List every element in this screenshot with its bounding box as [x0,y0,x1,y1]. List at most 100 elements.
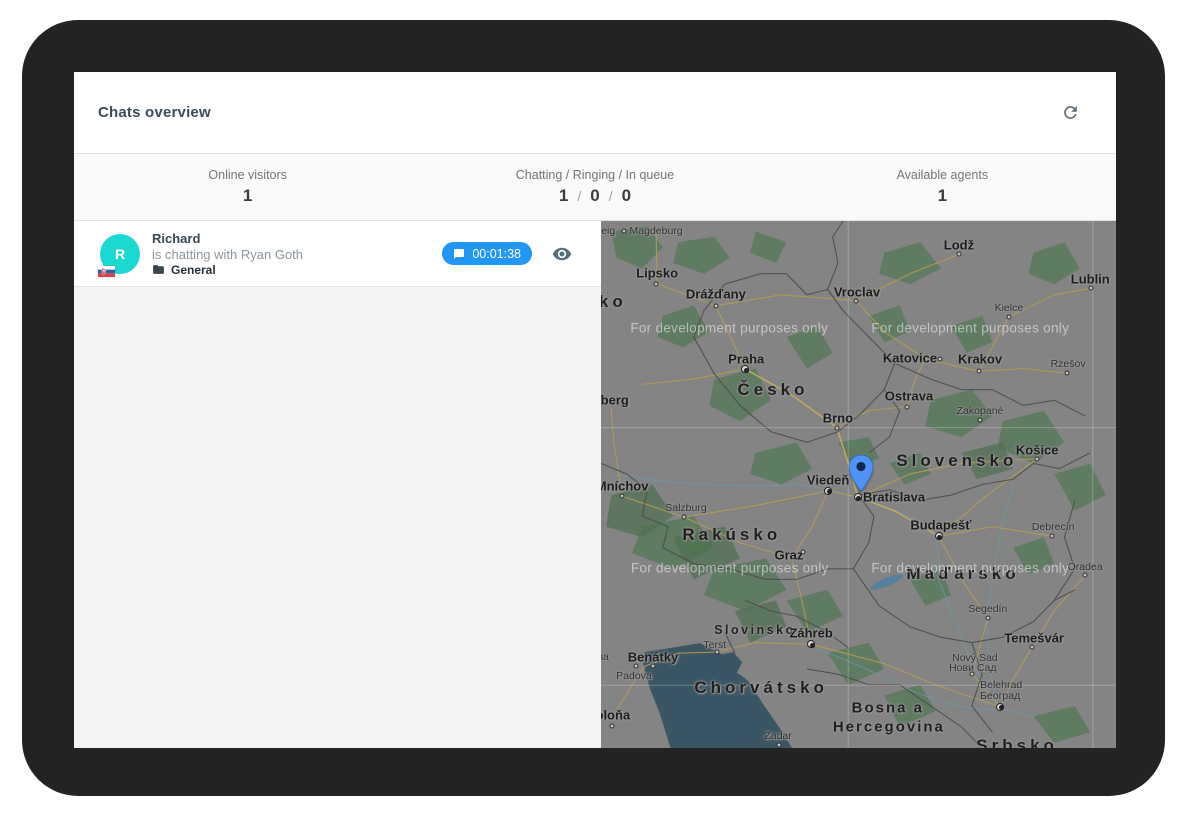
map-label: Záhreb [789,626,832,641]
map-label: Košice [1016,442,1059,457]
map-label: Katovice [883,351,937,366]
map-marker [985,615,990,620]
map-label: Brno [823,410,853,425]
map-marker [970,671,975,676]
chat-timer-badge: 00:01:38 [442,242,532,265]
map-label: Београд [980,690,1020,702]
chat-row[interactable]: R Richard is [74,221,601,287]
map-marker [1065,371,1070,376]
map-marker [1030,645,1035,650]
map-label: Zakopané [957,405,1004,417]
watch-chat-button[interactable] [549,241,575,267]
content: R Richard is [74,221,1116,748]
map-label: Rzešov [1051,358,1086,370]
map-marker [713,303,718,308]
map-label: Ostrava [885,389,933,404]
map-marker [1035,456,1040,461]
map-label: Slovinsko [714,623,796,637]
map-label: Zadar [764,730,791,742]
map-marker [1006,314,1011,319]
map-label: Lodž [944,238,974,253]
map-label: Oradea [1068,561,1103,573]
map-marker [834,425,839,430]
stat-column-1: Chatting / Ringing / In queue 1/0/0 [421,154,768,220]
map-marker [854,493,862,501]
chat-timer: 00:01:38 [472,247,521,261]
map-marker [800,550,805,555]
stat-value: 1/0/0 [559,186,631,206]
stats-bar: Online visitors1Chatting / Ringing / In … [74,153,1116,221]
visitor-location-pin[interactable] [849,455,873,491]
map-marker [824,487,832,495]
refresh-button[interactable] [1058,101,1082,125]
stat-label: Chatting / Ringing / In queue [516,168,674,182]
map-marker [609,723,614,728]
map-label: na [601,651,609,663]
stat-column-2: Available agents1 [769,154,1116,220]
visitor-group: General [152,263,442,277]
map-label: Budapešť [910,518,971,533]
map-marker [634,664,639,669]
map-label: Rakúsko [682,525,781,545]
map-marker [681,515,686,520]
map-label: ko [601,292,627,312]
map-label: Drážďany [686,286,746,301]
chat-row-text: Richard is chatting with Ryan Goth Gener… [152,231,442,277]
map-label: Segedín [968,603,1007,615]
map-label: Lublin [1071,272,1110,287]
map-label: Mníchov [601,479,648,494]
page-title: Chats overview [98,104,211,121]
map-marker [996,703,1004,711]
map-marker [1083,573,1088,578]
map-label: Krakov [958,352,1002,367]
map-marker [935,532,943,540]
map-watermark: For development purposes only [871,320,1069,335]
map-label: Chorvátsko [694,678,828,698]
map-marker [904,404,909,409]
map-label: Bratislava [863,490,925,505]
slovakia-flag-icon [98,266,115,277]
stat-label: Online visitors [208,168,287,182]
map-marker [741,365,749,373]
map-label: Česko [737,380,808,400]
eye-icon [552,244,572,264]
map-label: Padova [616,670,652,682]
group-label: General [171,263,216,277]
map-watermark: For development purposes only [631,560,829,575]
map-marker [777,742,782,747]
map-label: Viedeň [807,472,849,487]
stat-column-0: Online visitors1 [74,154,421,220]
stat-label: Available agents [897,168,989,182]
map-label: Benátky [628,650,679,665]
map-marker [853,298,858,303]
map-watermark: For development purposes only [630,320,828,335]
map-marker [937,357,942,362]
map-label: oloňa [601,707,630,722]
chat-bubble-icon [453,248,465,260]
map-marker [1050,534,1055,539]
device-frame: Chats overview Online visitors1Chatting … [22,20,1165,796]
visitor-status: is chatting with Ryan Goth [152,247,442,262]
folder-icon [152,263,165,276]
visitor-name: Richard [152,231,442,246]
map-label: Debrecín [1032,521,1075,533]
map-marker [714,650,719,655]
map-marker [622,229,627,234]
map-label: Salzburg [665,502,706,514]
visitors-map[interactable]: eigMagdeburgLodžLipskoDrážďanyVroclavLub… [601,221,1116,748]
map-label: Srbsko [976,736,1058,748]
map-marker [807,640,815,648]
app-window: Chats overview Online visitors1Chatting … [74,72,1116,748]
map-label: Kielce [995,302,1024,314]
map-label: Temešvár [1004,631,1064,646]
refresh-icon [1061,103,1080,122]
map-marker [978,417,983,422]
map-label: Bosna a [852,699,924,716]
map-marker [654,281,659,286]
header: Chats overview [74,72,1116,153]
map-label: Vroclav [834,284,880,299]
map-label: Lipsko [636,266,678,281]
map-label: nberg [601,393,629,408]
map-marker [977,369,982,374]
map-label: Magdeburg [630,225,683,237]
